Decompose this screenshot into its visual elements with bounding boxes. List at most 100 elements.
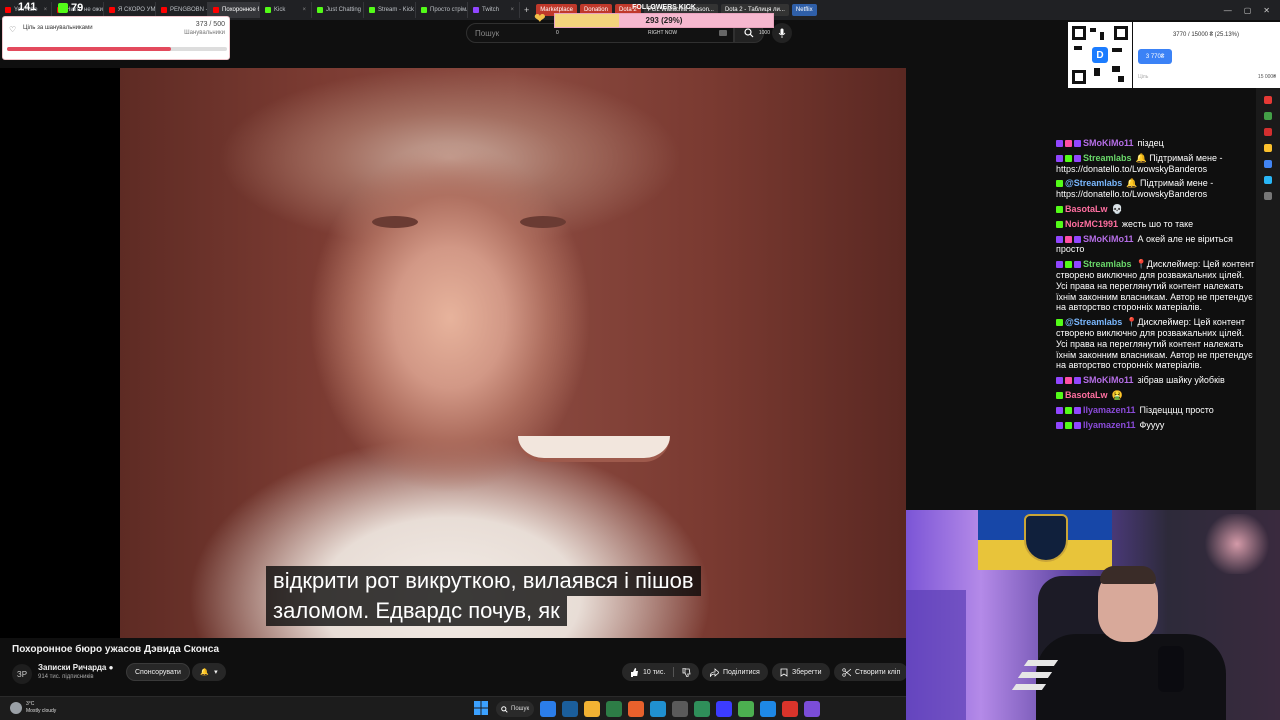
tab-label: Я СКОРО УМРУ. БУД... xyxy=(118,7,156,13)
save-button[interactable]: Зберегти xyxy=(772,663,830,681)
sponsor-button[interactable]: Спонсорувати xyxy=(126,663,190,681)
follower-goal-track xyxy=(7,47,227,51)
chat-badge-icon xyxy=(1074,261,1081,269)
chat-username[interactable]: SMoKiMo11 xyxy=(1083,234,1134,244)
notification-bell-button[interactable]: 🔔 ▾ xyxy=(192,663,226,681)
browser-tab[interactable]: Stream - Kick× xyxy=(364,2,416,18)
clip-button[interactable]: Створити кліп xyxy=(834,663,909,681)
extension-icon[interactable] xyxy=(1264,128,1272,136)
close-icon[interactable]: × xyxy=(41,7,48,13)
extension-icon[interactable] xyxy=(1264,176,1272,184)
channel-avatar[interactable]: ЗР xyxy=(12,664,32,684)
bookmark-pill[interactable]: Netflix xyxy=(791,4,817,16)
browser-tab[interactable]: Just Chatting Stream...× xyxy=(312,2,364,18)
windows-start-icon[interactable] xyxy=(474,701,490,717)
minimize-icon[interactable]: — xyxy=(1224,6,1232,15)
share-button[interactable]: Поділитися xyxy=(702,663,768,681)
chat-message: @Streamlabs 📍Дисклеймер: Цей контент ство… xyxy=(1056,317,1256,371)
chat-username[interactable]: SMoKiMo11 xyxy=(1083,138,1134,148)
chat-badge-icon xyxy=(1065,140,1072,147)
windows-taskbar: 3°C Mostly cloudy Пошук xyxy=(0,696,906,720)
close-icon[interactable]: × xyxy=(507,7,514,13)
chat-badge-icon xyxy=(1074,421,1081,429)
tab-favicon-icon xyxy=(369,7,375,13)
chat-username[interactable]: Ilyamazen11 xyxy=(1083,420,1136,430)
taskbar-app-icon[interactable] xyxy=(716,701,733,717)
chat-username[interactable]: @Streamlabs xyxy=(1065,178,1122,188)
tab-label: PENGBOBN - YouTube xyxy=(170,7,208,13)
tab-favicon-icon xyxy=(213,7,219,13)
weather-widget[interactable]: 3°C Mostly cloudy xyxy=(10,701,56,715)
donation-min-label: Ціль xyxy=(1138,74,1149,80)
tab-favicon-icon xyxy=(317,7,323,13)
video-player[interactable] xyxy=(0,68,906,638)
close-icon[interactable]: ✕ xyxy=(1263,6,1270,15)
chat-username[interactable]: BasotaLw xyxy=(1065,204,1108,214)
channel-name[interactable]: Записки Ричарда ● xyxy=(38,663,113,672)
taskbar-app-icon[interactable] xyxy=(738,701,755,717)
taskbar-app-icon[interactable] xyxy=(650,701,667,717)
webcam-feed xyxy=(906,510,1280,720)
extension-icon[interactable] xyxy=(1264,192,1272,200)
taskbar-app-icon[interactable] xyxy=(606,701,623,717)
chat-username[interactable]: @Streamlabs xyxy=(1065,317,1122,327)
new-tab-button[interactable]: + xyxy=(520,5,533,15)
extension-icon[interactable] xyxy=(1264,112,1272,120)
like-button[interactable]: 10 тис. xyxy=(630,667,665,677)
chat-username[interactable]: NoizMC1991 xyxy=(1065,219,1118,229)
chat-badge-icon xyxy=(1056,421,1063,429)
taskbar-app-icon[interactable] xyxy=(540,701,557,717)
extension-icon[interactable] xyxy=(1264,144,1272,152)
qr-module xyxy=(1112,48,1122,52)
taskbar-app-icon[interactable] xyxy=(562,701,579,717)
close-icon[interactable]: × xyxy=(299,7,306,13)
taskbar-app-icon[interactable] xyxy=(782,701,799,717)
chat-username[interactable]: SMoKiMo11 xyxy=(1083,375,1134,385)
taskbar-app-icon[interactable] xyxy=(804,701,821,717)
chat-username[interactable]: Streamlabs xyxy=(1083,259,1132,269)
chat-badge-icon xyxy=(1065,235,1072,243)
extension-icon[interactable] xyxy=(1264,160,1272,168)
webcam-person-body xyxy=(1036,634,1226,720)
subtitle-line-2: заломом. Едвардс почув, як xyxy=(266,596,567,626)
taskbar-app-icon[interactable] xyxy=(672,701,689,717)
chat-username[interactable]: BasotaLw xyxy=(1065,390,1108,400)
taskbar-app-icon[interactable] xyxy=(628,701,645,717)
browser-tab[interactable]: Просто стрімлю з в...× xyxy=(416,2,468,18)
chat-badge-icon xyxy=(1065,421,1072,429)
extension-icon[interactable] xyxy=(1264,96,1272,104)
maximize-icon[interactable]: ▢ xyxy=(1244,6,1252,15)
tab-label: Twitch xyxy=(482,7,500,13)
chat-username[interactable]: Ilyamazen11 xyxy=(1083,405,1136,415)
chat-message: @Streamlabs 🔔 Підтримай мене - https://do… xyxy=(1056,178,1256,200)
qr-module xyxy=(1112,66,1120,72)
tab-favicon-icon xyxy=(5,7,11,13)
follower-goal-label: Ціль за шанувальниками xyxy=(23,25,93,31)
browser-tab[interactable]: Twitch × xyxy=(468,2,520,18)
webcam-emblem xyxy=(1024,514,1068,562)
taskbar-app-icon[interactable] xyxy=(584,701,601,717)
chat-badge-icon xyxy=(1056,391,1063,399)
share-icon xyxy=(710,667,719,677)
qr-corner xyxy=(1072,26,1086,40)
chat-badge-icon xyxy=(1056,406,1063,414)
taskbar-app-icon[interactable] xyxy=(760,701,777,717)
taskbar-app-icon[interactable] xyxy=(694,701,711,717)
chat-badge-icon xyxy=(1056,261,1063,269)
thumbs-down-icon[interactable] xyxy=(682,667,691,677)
cloud-icon xyxy=(10,702,22,714)
kick-viewer-count: 79 xyxy=(58,2,83,14)
channel-subscribers: 914 тис. підписників xyxy=(38,674,94,680)
chat-username[interactable]: Streamlabs xyxy=(1083,153,1132,163)
browser-tab[interactable]: Kick × xyxy=(260,2,312,18)
window-controls: — ▢ ✕ xyxy=(1224,6,1280,15)
chat-badge-icon xyxy=(1065,377,1072,385)
tab-favicon-icon xyxy=(473,7,479,13)
webcam-stripe xyxy=(1023,660,1059,666)
video-subtitles: відкрити рот викруткою, вилаявся і пішов… xyxy=(266,566,701,626)
weather-text: 3°C Mostly cloudy xyxy=(26,701,56,715)
taskbar-search[interactable]: Пошук xyxy=(496,701,535,717)
chat-message: BasotaLw 💀 xyxy=(1056,204,1256,215)
chat-message: Ilyamazen11 Піздецццц просто xyxy=(1056,405,1256,416)
thumbs-up-icon xyxy=(631,667,638,677)
